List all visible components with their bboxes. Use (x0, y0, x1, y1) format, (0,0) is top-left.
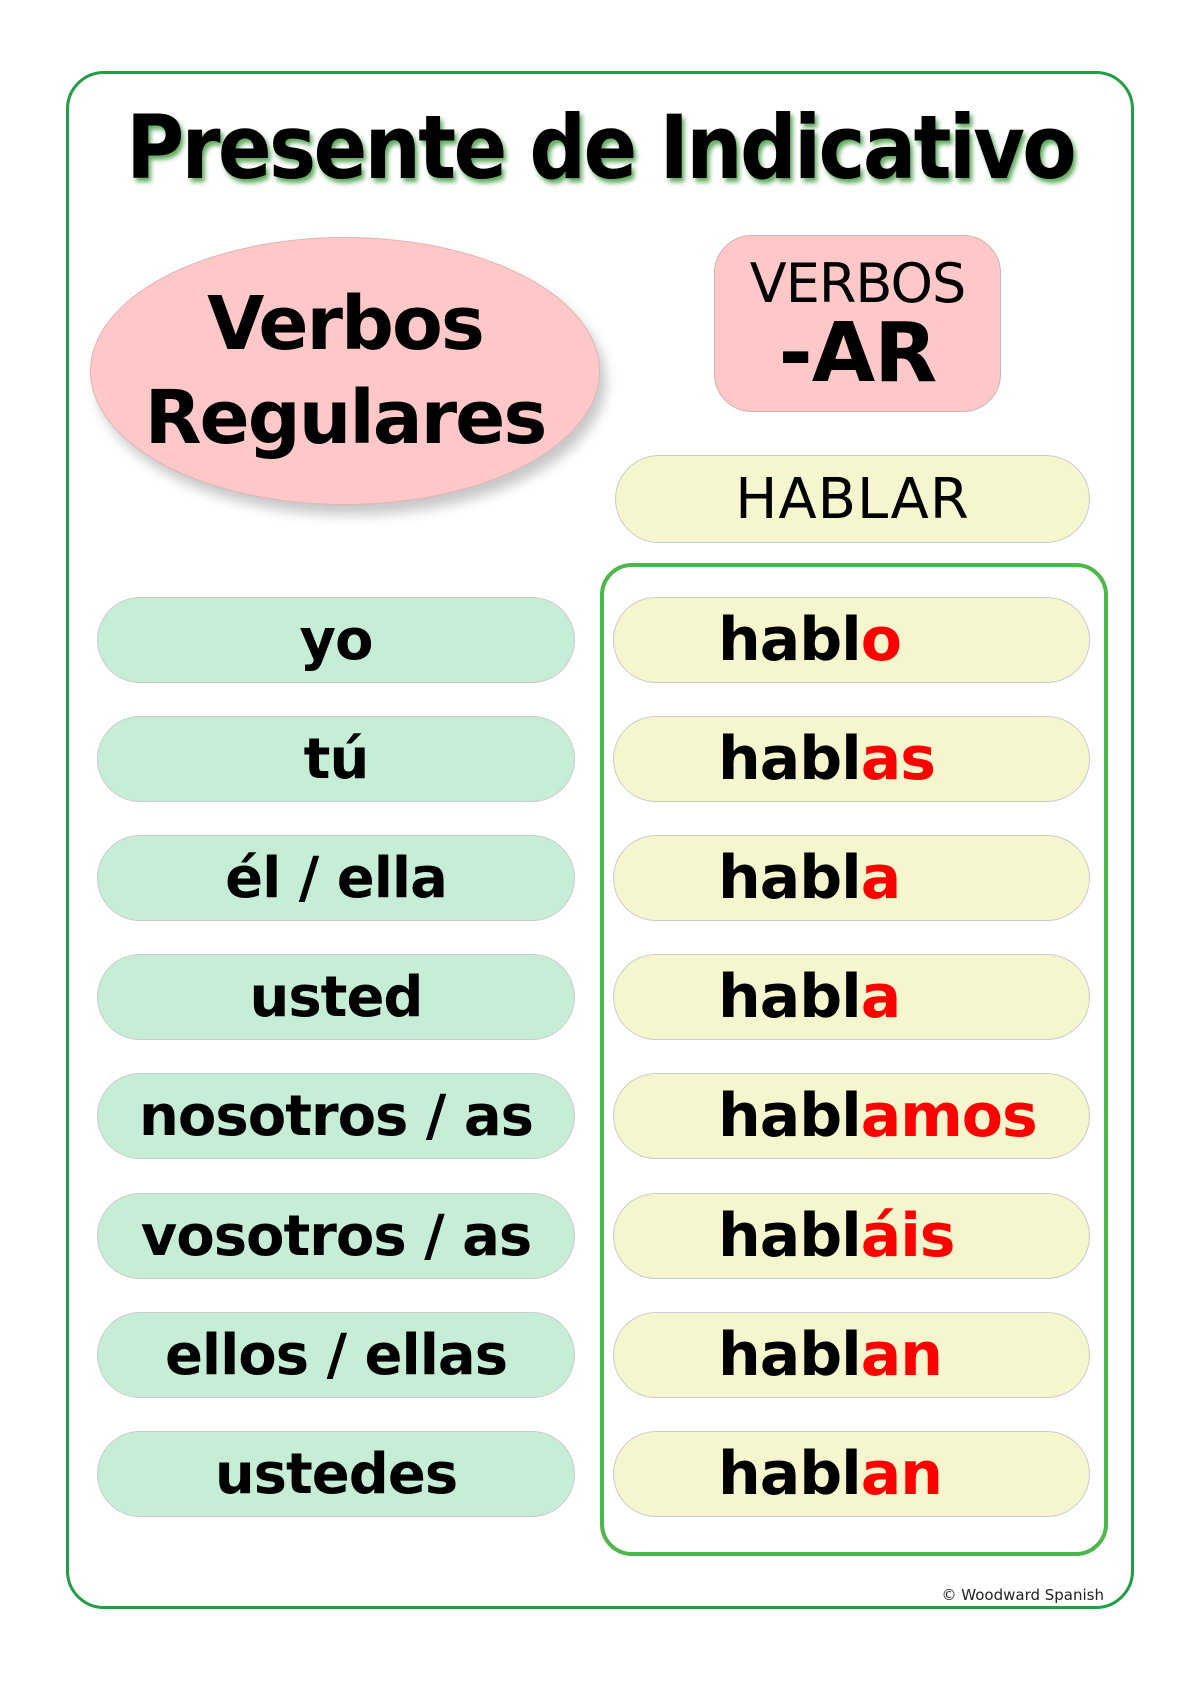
conjugation-pill: hablo (613, 597, 1090, 683)
pronoun-text: nosotros / as (139, 1083, 534, 1149)
page-title-text: Presente de Indicativo (126, 96, 1077, 199)
conjugation-pill: hablan (613, 1312, 1090, 1398)
verb-stem: habl (718, 962, 862, 1032)
verb-stem: habl (718, 1201, 862, 1271)
pronoun-text: él / ella (225, 845, 448, 911)
conjugation-group-frame (600, 563, 1108, 1556)
pronoun-text: ellos / ellas (164, 1322, 508, 1388)
pronoun-pill: usted (97, 954, 575, 1040)
pronoun-pill: vosotros / as (97, 1193, 575, 1279)
pronoun-text: ustedes (214, 1441, 458, 1507)
conjugation-pill: habláis (613, 1193, 1090, 1279)
verb-ending: o (860, 605, 902, 675)
regular-verbs-badge: Verbos Regulares (90, 237, 600, 505)
verb-stem: habl (718, 1439, 862, 1509)
pronoun-pill: tú (97, 716, 575, 802)
pronoun-pill: él / ella (97, 835, 575, 921)
verb-ending: a (860, 843, 901, 913)
verb-ending: áis (860, 1201, 956, 1271)
ar-verbs-badge: VERBOS -AR (714, 235, 1001, 412)
infinitive-label: HABLAR (615, 455, 1090, 543)
conjugation-pill: hablan (613, 1431, 1090, 1517)
pronoun-pill: yo (97, 597, 575, 683)
verb-ending: amos (860, 1081, 1038, 1151)
verb-stem: habl (718, 605, 862, 675)
conjugated-verb: habla (718, 962, 901, 1032)
conjugated-verb: hablo (718, 605, 902, 675)
ar-verbs-label: VERBOS (749, 251, 966, 315)
page-title: Presente de Indicativo (66, 98, 1134, 198)
pronoun-text: usted (249, 964, 423, 1030)
regular-verbs-line-2: Regulares (144, 375, 548, 461)
verb-stem: habl (718, 1320, 862, 1390)
conjugated-verb: habla (718, 843, 901, 913)
conjugation-pill: habla (613, 954, 1090, 1040)
pronoun-pill: ellos / ellas (97, 1312, 575, 1398)
verb-stem: habl (718, 1081, 862, 1151)
ar-verbs-ending: -AR (778, 305, 938, 401)
conjugated-verb: hablan (718, 1439, 943, 1509)
verb-stem: habl (718, 843, 862, 913)
verb-ending: a (860, 962, 901, 1032)
verb-ending: an (860, 1439, 943, 1509)
conjugation-pill: habla (613, 835, 1090, 921)
copyright-notice: © Woodward Spanish (941, 1586, 1104, 1604)
conjugated-verb: hablan (718, 1320, 943, 1390)
conjugated-verb: hablamos (718, 1081, 1038, 1151)
verb-stem: habl (718, 724, 862, 794)
verb-ending: as (860, 724, 936, 794)
pronoun-text: yo (299, 607, 374, 673)
pronoun-text: vosotros / as (140, 1203, 533, 1269)
verb-ending: an (860, 1320, 943, 1390)
conjugation-pill: hablas (613, 716, 1090, 802)
regular-verbs-line-1: Verbos (207, 281, 485, 367)
pronoun-text: tú (303, 726, 370, 792)
conjugated-verb: habláis (718, 1201, 955, 1271)
pronoun-pill: ustedes (97, 1431, 575, 1517)
conjugation-pill: hablamos (613, 1073, 1090, 1159)
pronoun-pill: nosotros / as (97, 1073, 575, 1159)
conjugated-verb: hablas (718, 724, 936, 794)
